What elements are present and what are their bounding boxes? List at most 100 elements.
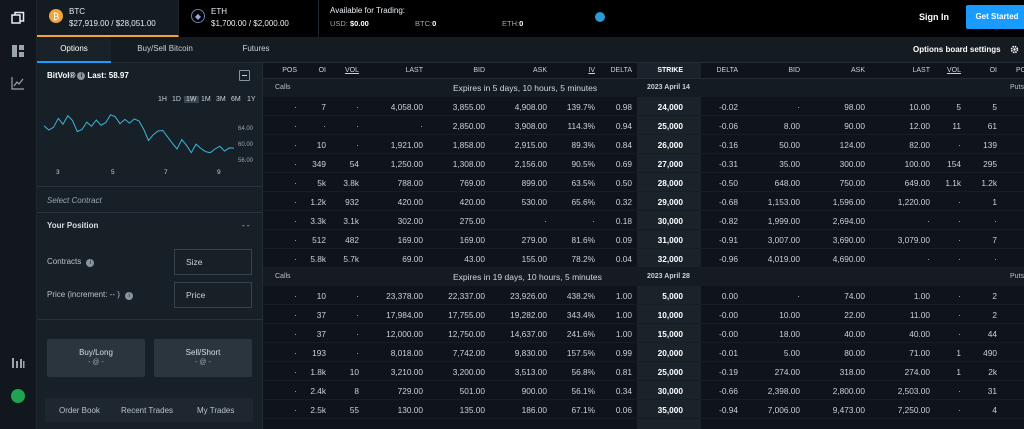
cell-bid[interactable]: 3,200.00 [453,367,485,377]
cell-put-ask[interactable]: 80.00 [844,348,865,358]
cell-put-ask[interactable]: 750.00 [840,178,865,188]
windows-icon[interactable] [11,11,25,25]
option-row[interactable]: · 37 · 12,000.00 12,750.00 14,637.00 241.6% 1.0… [263,324,1024,343]
cell-put-bid[interactable]: 3,007.00 [768,235,800,245]
col-header-ask[interactable]: ASK [533,67,547,74]
tab-options[interactable]: Options [37,37,111,63]
cell-ask[interactable]: 2,915.00 [515,140,547,150]
option-row[interactable]: · 512 482 169.00 169.00 279.00 81.6% 0.09 31,000… [263,230,1024,249]
col-header-put-vol[interactable]: VOL [947,67,961,74]
option-row[interactable]: · 2.4k 8 729.00 501.00 900.00 56.1% 0.34 30,000 -… [263,381,1024,400]
cell-bid[interactable]: 769.00 [460,178,485,188]
info-icon[interactable]: i [77,71,86,80]
cell-ask[interactable]: · [544,216,547,226]
cell-put-ask[interactable]: 9,473.00 [833,405,865,415]
cell-put-ask[interactable]: 4,690.00 [833,254,865,264]
cell-put-ask[interactable]: 98.00 [844,102,865,112]
col-header-put-oi[interactable]: OI [990,67,997,74]
range-1h[interactable]: 1H [158,96,167,103]
cell-bid[interactable]: 169.00 [460,235,485,245]
cell-put-bid[interactable]: 10.00 [779,310,800,320]
cell-bid[interactable]: 17,755.00 [448,310,485,320]
cell-ask[interactable]: 155.00 [522,254,547,264]
cell-put-bid[interactable]: · [797,102,800,112]
cell-bid[interactable]: 1,308.00 [453,159,485,169]
cell-put-ask[interactable]: 22.00 [844,310,865,320]
col-header-delta[interactable]: DELTA [610,67,632,74]
option-row[interactable]: · 5.8k 5.7k 69.00 43.00 155.00 78.2% 0.04 32,000… [263,249,1024,268]
col-header-oi[interactable]: OI [319,67,326,74]
option-row[interactable]: · 349 54 1,250.00 1,308.00 2,156.00 90.5% 0.69 2… [263,154,1024,173]
cell-put-ask[interactable]: 1,596.00 [833,197,865,207]
option-row[interactable]: · 10 · 23,378.00 22,337.00 23,926.00 438.2% 1.0… [263,286,1024,305]
cell-bid[interactable]: 22,337.00 [448,291,485,301]
sell-short-button[interactable]: Sell/Short - @ - [154,339,252,377]
tab-order-book[interactable]: Order Book [59,406,100,415]
cell-ask[interactable]: 899.00 [522,178,547,188]
cell-put-bid[interactable]: 50.00 [779,140,800,150]
col-header-pos[interactable]: POS [282,67,297,74]
cell-put-bid[interactable]: 274.00 [775,367,800,377]
option-row[interactable]: · 5k 3.8k 788.00 769.00 899.00 63.5% 0.50 28,000… [263,173,1024,192]
collapse-icon[interactable] [239,70,250,81]
cell-put-bid[interactable]: 1,999.00 [768,216,800,226]
gear-icon[interactable] [1009,44,1020,55]
option-row[interactable]: · 10 · 1,921.00 1,858.00 2,915.00 89.3% 0.84 26,… [263,135,1024,154]
sign-in-link[interactable]: Sign In [919,12,949,22]
col-header-put-ask[interactable]: ASK [851,67,865,74]
cell-ask[interactable]: 3,513.00 [515,367,547,377]
size-input[interactable]: Size [174,249,252,275]
cell-put-bid[interactable]: · [797,291,800,301]
col-header-last[interactable]: LAST [405,67,423,74]
cell-ask[interactable]: 279.00 [522,235,547,245]
option-row[interactable]: · 193 · 8,018.00 7,742.00 9,830.00 157.5% 0.99 2… [263,343,1024,362]
chart-line-icon[interactable] [11,76,25,90]
cell-put-ask[interactable]: 124.00 [840,140,865,150]
option-row[interactable]: · 2.5k 55 130.00 135.00 186.00 67.1% 0.06 35,000… [263,400,1024,419]
bars-icon[interactable] [11,355,25,369]
option-row[interactable]: · 1.2k 932 420.00 420.00 530.00 65.6% 0.32 29,00… [263,192,1024,211]
asset-tab-btc[interactable]: ₿ BTC $27,919.00 / $28,051.00 [37,0,179,37]
cell-put-bid[interactable]: 4,019.00 [768,254,800,264]
cell-bid[interactable]: 501.00 [460,386,485,396]
notification-icon[interactable] [595,12,605,22]
range-6m[interactable]: 6M [231,96,241,103]
option-row[interactable]: · · · · 2,850.00 3,908.00 114.3% 0.94 25,000 -0.0… [263,116,1024,135]
options-board-settings[interactable]: Options board settings [913,37,1001,62]
cell-bid[interactable]: 275.00 [460,216,485,226]
cell-bid[interactable]: 420.00 [460,197,485,207]
cell-put-ask[interactable]: 3,690.00 [833,235,865,245]
cell-put-bid[interactable]: 648.00 [775,178,800,188]
get-started-button[interactable]: Get Started [966,5,1024,29]
cell-put-ask[interactable]: 40.00 [844,329,865,339]
cell-ask[interactable]: 19,282.00 [510,310,547,320]
col-header-put-bid[interactable]: BID [788,67,800,74]
col-header-put-pos[interactable]: PO [1016,67,1024,74]
cell-put-ask[interactable]: 74.00 [844,291,865,301]
price-input[interactable]: Price [174,282,252,308]
cell-bid[interactable]: 43.00 [464,254,485,264]
cell-bid[interactable]: 7,742.00 [453,348,485,358]
option-row[interactable]: · 37 · 17,984.00 17,755.00 19,282.00 343.4% 1.0… [263,305,1024,324]
col-header-strike[interactable]: STRIKE [657,67,683,74]
tab-recent-trades[interactable]: Recent Trades [121,406,173,415]
cell-ask[interactable]: 4,908.00 [515,102,547,112]
option-row[interactable]: · 1.8k 10 3,210.00 3,200.00 3,513.00 56.8% 0.81… [263,362,1024,381]
cell-bid[interactable]: 135.00 [460,405,485,415]
col-header-put-delta[interactable]: DELTA [716,67,738,74]
cell-put-ask[interactable]: 2,800.00 [833,386,865,396]
cell-put-ask[interactable]: 318.00 [840,367,865,377]
option-row[interactable]: · 7 · 4,058.00 3,855.00 4,908.00 139.7% 0.98 24,… [263,97,1024,116]
cell-put-bid[interactable]: 35.00 [779,159,800,169]
dashboard-icon[interactable] [11,44,25,58]
cell-bid[interactable]: 12,750.00 [448,329,485,339]
cell-put-bid[interactable]: 8.00 [784,121,800,131]
option-row[interactable]: · 3.3k 3.1k 302.00 275.00 · · 0.18 30,000 -0.82 1,… [263,211,1024,230]
cell-ask[interactable]: 9,830.00 [515,348,547,358]
cell-put-bid[interactable]: 1,153.00 [768,197,800,207]
col-header-put-last[interactable]: LAST [912,67,930,74]
cell-put-bid[interactable]: 18.00 [779,329,800,339]
cell-ask[interactable]: 186.00 [522,405,547,415]
tab-my-trades[interactable]: My Trades [197,406,234,415]
range-1y[interactable]: 1Y [247,96,256,103]
